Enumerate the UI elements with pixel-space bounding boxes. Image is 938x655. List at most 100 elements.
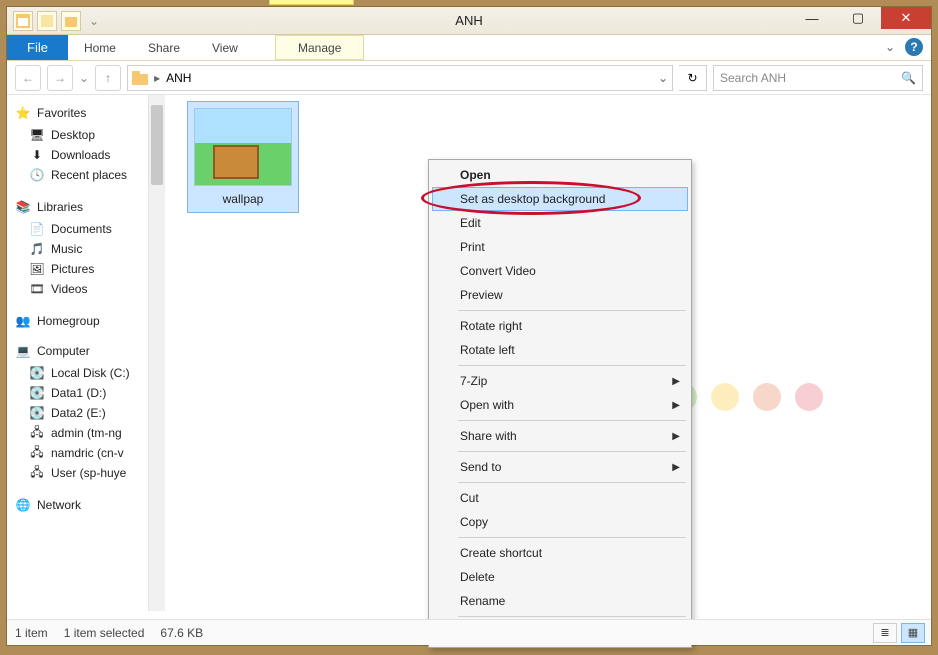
thumbnail-image [194,108,292,186]
tree-item-downloads[interactable]: ⬇Downloads [15,145,164,165]
ctx-share-with[interactable]: Share with▶ [432,424,688,448]
recent-icon: 🕓 [29,167,45,183]
refresh-button[interactable]: ↻ [679,65,707,91]
ctx-rotate-right[interactable]: Rotate right [432,314,688,338]
downloads-icon: ⬇ [29,147,45,163]
desktop-icon: 🖥 [29,127,45,143]
search-placeholder: Search ANH [720,71,786,85]
tab-view[interactable]: View [196,35,254,60]
back-button[interactable]: ← [15,65,41,91]
tree-item-net-namdric[interactable]: 🖧namdric (cn-v [15,443,164,463]
quick-access-toolbar: ⌄ [7,11,103,31]
help-icon[interactable]: ? [905,38,923,56]
videos-icon: 🎞 [29,281,45,297]
ribbon-tabs: File Home Share View Manage ⌄ ? [7,35,931,61]
star-icon: ⭐ [15,105,31,121]
submenu-arrow-icon: ▶ [672,376,680,387]
minimize-button[interactable]: — [789,7,835,29]
folder-icon [132,70,148,86]
ctx-print[interactable]: Print [432,235,688,259]
drive-icon: 💽 [29,385,45,401]
search-icon: 🔍 [901,71,916,85]
status-size: 67.6 KB [160,626,203,640]
ctx-create-shortcut[interactable]: Create shortcut [432,541,688,565]
app-icon[interactable] [13,11,33,31]
ctx-convert-video[interactable]: Convert Video [432,259,688,283]
homegroup-icon: 👥 [15,313,31,329]
content-pane[interactable]: wallpap Download.com.vn Open Set as desk… [165,95,931,611]
network-drive-icon: 🖧 [29,425,45,441]
address-bar[interactable]: ▸ ANH ⌄ [127,65,673,91]
title-bar: ⌄ Picture Tools ANH — ▢ ✕ [7,7,931,35]
qat-dropdown-icon[interactable]: ⌄ [85,14,103,28]
tree-item-documents[interactable]: 📄Documents [15,219,164,239]
status-item-count: 1 item [15,626,48,640]
file-thumbnail[interactable]: wallpap [187,101,299,213]
tree-libraries[interactable]: 📚Libraries [15,199,164,215]
maximize-button[interactable]: ▢ [835,7,881,29]
tab-manage[interactable]: Manage [275,35,364,60]
tree-item-recent[interactable]: 🕓Recent places [15,165,164,185]
explorer-window: ⌄ Picture Tools ANH — ▢ ✕ File Home Shar… [6,6,932,646]
drive-icon: 💽 [29,405,45,421]
search-input[interactable]: Search ANH 🔍 [713,65,923,91]
tree-favorites[interactable]: ⭐Favorites [15,105,164,121]
libraries-icon: 📚 [15,199,31,215]
tree-item-videos[interactable]: 🎞Videos [15,279,164,299]
ctx-cut[interactable]: Cut [432,486,688,510]
network-drive-icon: 🖧 [29,445,45,461]
tree-item-pictures[interactable]: 🖼Pictures [15,259,164,279]
contextual-tab-label: Picture Tools [269,0,354,5]
history-dropdown-icon[interactable]: ⌄ [79,71,89,85]
tree-item-net-admin[interactable]: 🖧admin (tm-ng [15,423,164,443]
forward-button[interactable]: → [47,65,73,91]
tree-item-drive-c[interactable]: 💽Local Disk (C:) [15,363,164,383]
tree-item-music[interactable]: 🎵Music [15,239,164,259]
tab-share[interactable]: Share [132,35,196,60]
tree-network[interactable]: 🌐Network [15,497,164,513]
ctx-rotate-left[interactable]: Rotate left [432,338,688,362]
status-selected: 1 item selected [64,626,145,640]
navigation-bar: ← → ⌄ ↑ ▸ ANH ⌄ ↻ Search ANH 🔍 [7,61,931,95]
up-button[interactable]: ↑ [95,65,121,91]
navigation-pane: ⭐Favorites 🖥Desktop ⬇Downloads 🕓Recent p… [7,95,165,611]
address-dropdown-icon[interactable]: ⌄ [658,71,668,85]
documents-icon: 📄 [29,221,45,237]
tree-computer[interactable]: 💻Computer [15,343,164,359]
pictures-icon: 🖼 [29,261,45,277]
tree-item-drive-e[interactable]: 💽Data2 (E:) [15,403,164,423]
submenu-arrow-icon: ▶ [672,400,680,411]
ctx-edit[interactable]: Edit [432,211,688,235]
tree-scrollbar[interactable] [148,95,164,611]
tree-homegroup[interactable]: 👥Homegroup [15,313,164,329]
window-title: ANH [455,13,482,28]
computer-icon: 💻 [15,343,31,359]
ctx-open[interactable]: Open [432,163,688,187]
ctx-copy[interactable]: Copy [432,510,688,534]
qat-newfolder-icon[interactable] [61,11,81,31]
tab-file[interactable]: File [7,35,68,60]
ctx-set-desktop-background[interactable]: Set as desktop background [432,187,688,211]
submenu-arrow-icon: ▶ [672,462,680,473]
ctx-7zip[interactable]: 7-Zip▶ [432,369,688,393]
address-folder[interactable]: ANH [166,71,191,85]
view-details-button[interactable]: ≣ [873,623,897,643]
close-button[interactable]: ✕ [881,7,931,29]
ctx-rename[interactable]: Rename [432,589,688,613]
view-thumbnails-button[interactable]: ▦ [901,623,925,643]
tree-item-desktop[interactable]: 🖥Desktop [15,125,164,145]
network-drive-icon: 🖧 [29,465,45,481]
ribbon-expand-icon[interactable]: ⌄ [885,40,895,54]
ctx-preview[interactable]: Preview [432,283,688,307]
tree-item-drive-d[interactable]: 💽Data1 (D:) [15,383,164,403]
tab-home[interactable]: Home [68,35,132,60]
ctx-send-to[interactable]: Send to▶ [432,455,688,479]
ctx-delete[interactable]: Delete [432,565,688,589]
address-separator-icon[interactable]: ▸ [154,71,160,85]
tree-item-net-user[interactable]: 🖧User (sp-huye [15,463,164,483]
status-bar: 1 item 1 item selected 67.6 KB ≣ ▦ [7,619,931,645]
ctx-open-with[interactable]: Open with▶ [432,393,688,417]
file-name: wallpap [194,192,292,206]
context-menu: Open Set as desktop background Edit Prin… [428,159,692,648]
qat-properties-icon[interactable] [37,11,57,31]
